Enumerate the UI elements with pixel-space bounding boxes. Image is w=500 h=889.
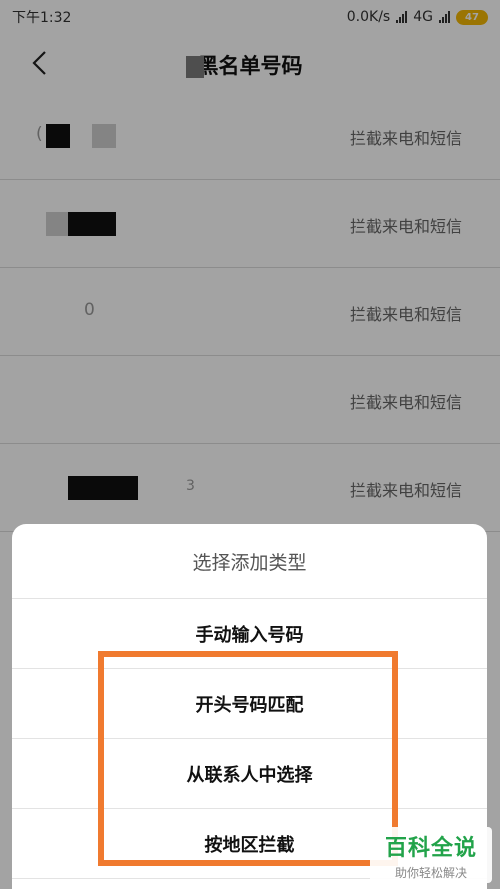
watermark-logo: 百科全说 助你轻松解决 (370, 827, 492, 883)
watermark-brand: 百科全说 (384, 835, 477, 861)
watermark-slogan: 助你轻松解决 (394, 865, 467, 880)
highlight-box (98, 651, 398, 866)
blacklist-screen: 下午1:32 0.0K/s 4G 47 黑名单号码 ( 拦截来电和短信 拦截来电… (0, 0, 500, 889)
sheet-title: 选择添加类型 (12, 524, 487, 599)
